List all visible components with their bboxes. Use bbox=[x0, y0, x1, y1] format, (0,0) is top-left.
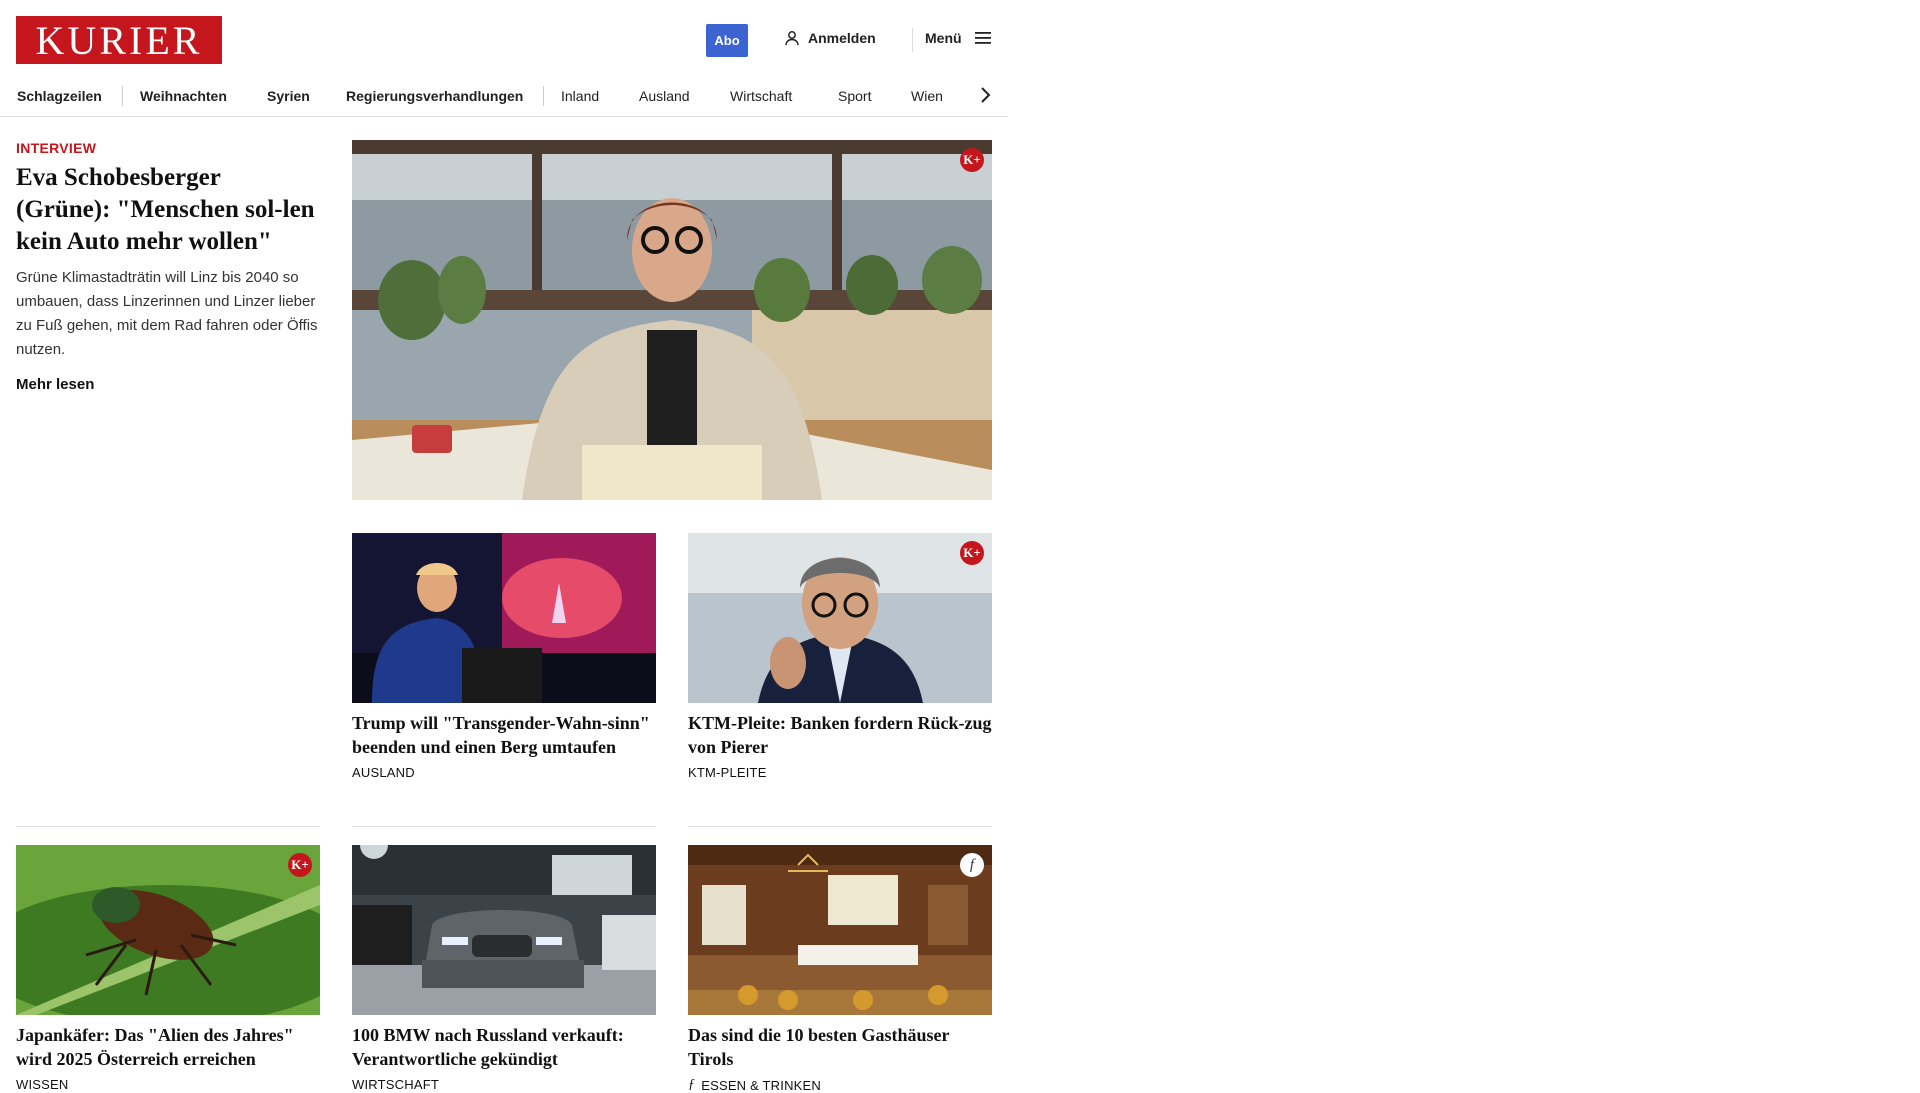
article-image bbox=[352, 533, 656, 703]
category-label: WIRTSCHAFT bbox=[352, 1077, 439, 1092]
article-card-gasthaeuser[interactable]: f Das sind die 10 besten Gasthäuser Tiro… bbox=[688, 845, 992, 1093]
nav-item-sport[interactable]: Sport bbox=[838, 88, 871, 104]
nav-item-ausland[interactable]: Ausland bbox=[639, 88, 690, 104]
menu-button[interactable]: Menü bbox=[925, 30, 992, 46]
article-category[interactable]: WISSEN bbox=[16, 1077, 320, 1092]
freizeit-f-icon: ƒ bbox=[688, 1077, 696, 1092]
lead-teaser: Grüne Klimastadträtin will Linz bis 2040… bbox=[16, 269, 318, 358]
article-image: K+ bbox=[16, 845, 320, 1015]
nav-item-wirtschaft[interactable]: Wirtschaft bbox=[730, 88, 792, 104]
category-label: KTM-PLEITE bbox=[688, 765, 767, 780]
nav-divider bbox=[543, 86, 544, 106]
kurier-logo[interactable]: KURIER bbox=[16, 16, 222, 64]
freizeit-f-icon: f bbox=[960, 853, 984, 877]
category-label: WISSEN bbox=[16, 1077, 69, 1092]
login-label: Anmelden bbox=[808, 30, 876, 46]
article-card-trump[interactable]: Trump will "Transgender-Wahn-sinn" beend… bbox=[352, 533, 656, 780]
article-image: f bbox=[688, 845, 992, 1015]
section-nav: Schlagzeilen Weihnachten Syrien Regierun… bbox=[0, 80, 1008, 117]
nav-item-syrien[interactable]: Syrien bbox=[267, 88, 310, 104]
menu-label: Menü bbox=[925, 30, 962, 46]
article-image: K+ bbox=[688, 533, 992, 703]
article-category[interactable]: ƒ ESSEN & TRINKEN bbox=[688, 1077, 992, 1093]
kurier-plus-badge-icon: K+ bbox=[288, 853, 312, 877]
lead-headline[interactable]: Eva Schobesberger (Grüne): "Menschen sol… bbox=[16, 162, 320, 258]
article-image bbox=[352, 845, 656, 1015]
nav-item-weihnachten[interactable]: Weihnachten bbox=[140, 88, 227, 104]
lead-article-text: INTERVIEW Eva Schobesberger (Grüne): "Me… bbox=[16, 140, 320, 394]
header-divider bbox=[912, 28, 913, 52]
article-headline[interactable]: Trump will "Transgender-Wahn-sinn" beend… bbox=[352, 711, 656, 759]
article-card-ktm[interactable]: K+ KTM-Pleite: Banken fordern Rück-zug v… bbox=[688, 533, 992, 780]
abo-button[interactable]: Abo bbox=[706, 24, 748, 57]
row-divider bbox=[352, 826, 656, 827]
nav-item-inland[interactable]: Inland bbox=[561, 88, 599, 104]
article-headline[interactable]: Das sind die 10 besten Gasthäuser Tirols bbox=[688, 1023, 992, 1071]
article-headline[interactable]: KTM-Pleite: Banken fordern Rück-zug von … bbox=[688, 711, 992, 759]
category-label: AUSLAND bbox=[352, 765, 415, 780]
kurier-plus-badge-icon: K+ bbox=[960, 148, 984, 172]
lead-kicker: INTERVIEW bbox=[16, 140, 97, 156]
read-more-link[interactable]: Mehr lesen bbox=[16, 376, 94, 393]
article-headline[interactable]: 100 BMW nach Russland verkauft: Verantwo… bbox=[352, 1023, 656, 1071]
hamburger-menu-icon bbox=[974, 31, 992, 45]
article-card-bmw[interactable]: 100 BMW nach Russland verkauft: Verantwo… bbox=[352, 845, 656, 1092]
top-bar: KURIER Abo Anmelden Menü bbox=[0, 0, 1008, 80]
nav-item-wien[interactable]: Wien bbox=[911, 88, 943, 104]
article-category[interactable]: KTM-PLEITE bbox=[688, 765, 992, 780]
article-category[interactable]: AUSLAND bbox=[352, 765, 656, 780]
user-icon bbox=[784, 30, 800, 46]
chevron-right-icon[interactable] bbox=[974, 84, 996, 106]
article-headline[interactable]: Japankäfer: Das "Alien des Jahres" wird … bbox=[16, 1023, 320, 1071]
login-button[interactable]: Anmelden bbox=[784, 30, 876, 46]
kurier-plus-badge-icon: K+ bbox=[960, 541, 984, 565]
row-divider bbox=[688, 826, 992, 827]
article-card-japankaefer[interactable]: K+ Japankäfer: Das "Alien des Jahres" wi… bbox=[16, 845, 320, 1092]
nav-divider bbox=[122, 86, 123, 106]
lead-article-image[interactable]: K+ bbox=[352, 140, 992, 500]
nav-item-schlagzeilen[interactable]: Schlagzeilen bbox=[17, 88, 102, 104]
row-divider bbox=[16, 826, 320, 827]
nav-item-regierungsverhandlungen[interactable]: Regierungsverhandlungen bbox=[346, 88, 523, 104]
page: KURIER Abo Anmelden Menü Schlagzeilen We… bbox=[0, 0, 1008, 1093]
article-category[interactable]: WIRTSCHAFT bbox=[352, 1077, 656, 1092]
